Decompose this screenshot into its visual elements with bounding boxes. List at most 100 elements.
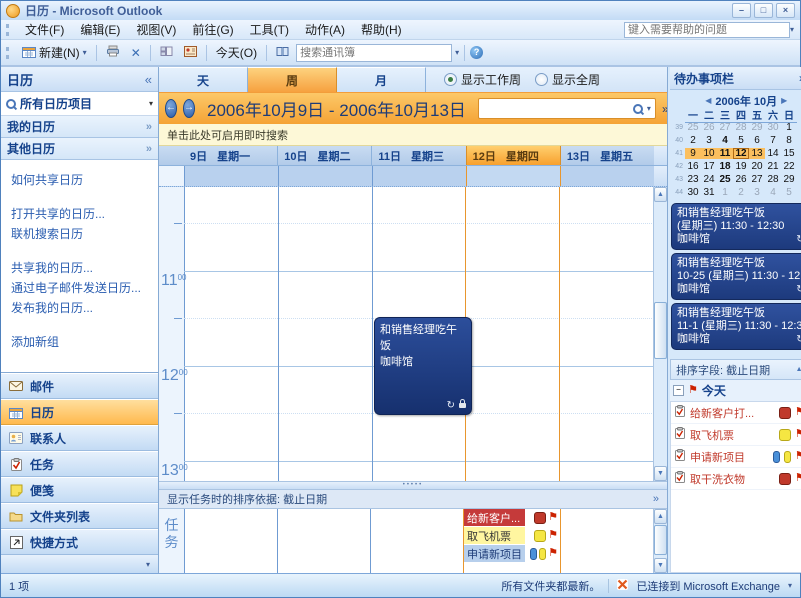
calendar-event[interactable]: 和销售经理吃午饭咖啡馆↻ [374,317,472,415]
nav-section[interactable]: 我的日历» [1,116,158,138]
sidebar-item-calendar[interactable]: 日历 [1,399,158,425]
flag-icon[interactable]: ⚑ [795,451,801,462]
tab-selected[interactable]: 周 [248,67,337,92]
sidebar-item-tasks[interactable]: 任务 [1,451,158,477]
scroll-down-icon[interactable]: ▼ [654,558,667,573]
mini-calendar-day[interactable]: 7 [765,135,781,146]
tab-view[interactable]: 天 [159,67,248,92]
mini-calendar-day[interactable]: 23 [685,174,701,185]
address-card-button[interactable] [180,44,201,62]
week-option-radio[interactable]: 显示工作周 [444,71,521,88]
all-calendar-items[interactable]: 所有日历项目 ▾ [1,92,158,116]
mini-calendar-day[interactable]: 2 [733,187,749,198]
mini-calendar-day[interactable]: 29 [749,122,765,133]
mini-calendar-day[interactable]: 26 [701,122,717,133]
mini-calendar-day[interactable]: 11 [717,148,733,159]
calendar-search-input[interactable] [483,102,629,116]
grid-scrollbar[interactable]: ▲▼ [653,187,667,481]
appointment-card[interactable]: 和销售经理吃午饭11-1 (星期三) 11:30 - 12:30咖啡馆↻ [671,303,801,350]
print-button[interactable] [102,43,124,62]
day-header[interactable]: 12日星期四 [466,146,561,165]
all-day-cell[interactable] [561,166,654,186]
mini-calendar-day[interactable]: 27 [749,174,765,185]
todo-task-row[interactable]: 申请新项目⚑ [671,446,801,468]
scrollbar-track[interactable] [654,202,667,466]
task-section-header[interactable]: 显示任务时的排序依据: 截止日期 » [159,489,667,509]
flag-icon[interactable]: ⚑ [795,473,801,484]
collapse-group-icon[interactable]: − [673,385,684,396]
nav-link[interactable]: 联机搜索日历 [11,224,158,244]
address-book-button[interactable] [272,44,293,62]
prev-month-icon[interactable]: ◀ [705,96,711,105]
all-day-cell[interactable] [278,166,372,186]
mini-calendar-day[interactable]: 15 [781,148,797,159]
mini-calendar-day[interactable]: 27 [717,122,733,133]
mini-calendar-day[interactable]: 3 [749,187,765,198]
next-month-icon[interactable]: ▶ [781,96,787,105]
mini-calendar-day[interactable]: 28 [733,122,749,133]
mini-calendar-day[interactable]: 9 [685,148,701,159]
nav-section[interactable]: 其他日历» [1,138,158,160]
task-day-column[interactable] [277,509,370,573]
week-option-radio[interactable]: 显示全周 [535,71,600,88]
tab-view[interactable]: 月 [337,67,426,92]
delete-button[interactable]: ✕ [127,44,145,62]
view-switch-button[interactable] [156,43,177,62]
nav-link[interactable]: 添加新组 [11,332,158,352]
mini-calendar-day[interactable]: 10 [701,148,717,159]
flag-icon[interactable]: ⚑ [795,429,801,440]
day-column[interactable] [278,187,372,481]
address-book-search-input[interactable] [296,44,452,62]
toolbar-grip[interactable] [6,24,12,36]
mini-calendar-day[interactable]: 8 [781,135,797,146]
flag-icon[interactable]: ⚑ [548,548,558,559]
back-icon[interactable]: ← [165,99,177,118]
task-pane-splitter[interactable]: ••••• [159,481,667,489]
mini-calendar-day[interactable]: 4 [717,135,733,146]
chevron-double-icon[interactable]: » [653,493,659,505]
forward-icon[interactable]: → [183,99,195,118]
menu-item[interactable]: 编辑(E) [72,20,128,39]
flag-icon[interactable]: ⚑ [548,512,558,523]
mini-calendar-day[interactable]: 26 [733,174,749,185]
mini-calendar-day[interactable]: 19 [733,161,749,172]
mini-calendar-day[interactable]: 13 [749,148,765,159]
sidebar-item-contacts[interactable]: 联系人 [1,425,158,451]
mini-calendar-day[interactable]: 1 [781,122,797,133]
mini-calendar-day[interactable]: 30 [685,187,701,198]
minimize-button[interactable]: – [732,3,751,18]
sidebar-item-shortcuts[interactable]: 快捷方式 [1,529,158,555]
menu-item[interactable]: 帮助(H) [353,20,410,39]
day-column[interactable] [465,187,560,481]
mini-calendar-day[interactable]: 6 [749,135,765,146]
chevron-down-icon[interactable]: ▾ [790,25,794,34]
scroll-up-icon[interactable]: ▲ [654,187,667,202]
nav-link[interactable]: 共享我的日历... [11,258,158,278]
today-button[interactable]: 今天(O) [212,42,261,63]
help-search-input[interactable] [624,22,790,38]
todo-task-row[interactable]: 取飞机票⚑ [671,424,801,446]
today-group-header[interactable]: − ⚑ 今天 [670,380,801,402]
scroll-down-icon[interactable]: ▼ [654,466,667,481]
day-header[interactable]: 10日星期二 [277,146,371,165]
toolbar-grip[interactable] [6,47,12,59]
mini-calendar-day[interactable]: 4 [765,187,781,198]
day-header[interactable]: 13日星期五 [561,146,654,165]
task-scrollbar[interactable]: ▲▼ [653,509,667,573]
mini-calendar-day[interactable]: 18 [717,161,733,172]
sidebar-item-notes[interactable]: 便笺 [1,477,158,503]
mini-calendar-day[interactable]: 20 [749,161,765,172]
mini-calendar-day[interactable]: 1 [717,187,733,198]
scrollbar-track[interactable] [654,524,667,558]
menu-item[interactable]: 工具(T) [242,20,297,39]
task-sort-header[interactable]: 排序字段: 截止日期 ▲ [670,359,801,380]
mini-calendar-day[interactable]: 12 [733,148,749,159]
minimize-nav-pane-button[interactable]: « [145,72,152,87]
mini-calendar-day[interactable]: 3 [701,135,717,146]
chevron-down-icon[interactable]: ▾ [788,581,792,590]
appointment-card[interactable]: 和销售经理吃午饭10-25 (星期三) 11:30 - 12:30咖啡馆↻ [671,253,801,300]
mini-calendar-day[interactable]: 5 [733,135,749,146]
sidebar-item-mail[interactable]: 邮件 [1,373,158,399]
task-row[interactable]: 申请新项目⚑ [464,545,560,562]
nav-link[interactable]: 如何共享日历 [11,170,158,190]
